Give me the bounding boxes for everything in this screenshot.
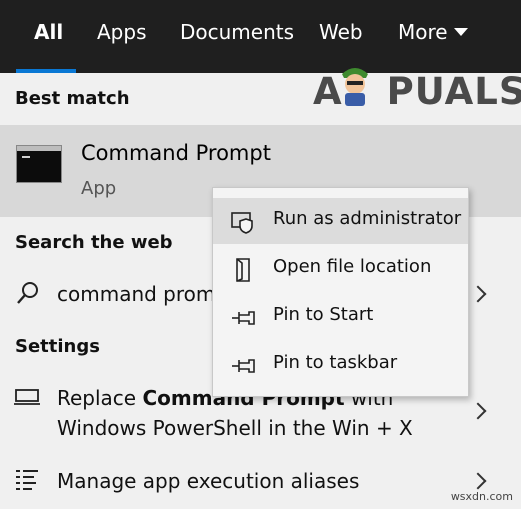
menu-item-label: Run as administrator [273, 208, 462, 229]
menu-item-pin-to-start[interactable]: Pin to Start [213, 294, 468, 340]
menu-item-label: Pin to Start [273, 304, 374, 325]
pin-icon [232, 311, 255, 325]
chevron-right-icon[interactable] [469, 472, 487, 490]
file-location-icon [236, 258, 250, 282]
monitor-icon [14, 389, 40, 405]
search-icon [17, 282, 38, 304]
settings-heading: Settings [15, 336, 100, 357]
best-match-title: Command Prompt [81, 141, 271, 165]
tab-web[interactable]: Web [319, 20, 363, 44]
site-watermark: wsxdn.com [450, 490, 513, 503]
search-scope-tabbar: All Apps Documents Web More [0, 0, 521, 73]
menu-item-label: Open file location [273, 256, 432, 277]
context-menu: Run as administrator Open file location … [212, 187, 469, 397]
best-match-subtitle: App [81, 178, 117, 199]
tab-all[interactable]: All [34, 20, 63, 44]
settings-item-replace-line2: Windows PowerShell in the Win + X [57, 416, 413, 440]
menu-item-open-file-location[interactable]: Open file location [213, 246, 468, 292]
web-search-query[interactable]: command prom [57, 282, 217, 306]
shield-icon [231, 212, 253, 234]
pin-icon [232, 359, 255, 373]
best-match-heading: Best match [15, 88, 130, 109]
tab-more[interactable]: More [398, 20, 448, 44]
list-settings-icon [16, 470, 38, 490]
logo-mascot-icon [342, 68, 368, 106]
settings-item-aliases[interactable]: Manage app execution aliases [57, 469, 359, 493]
chevron-right-icon[interactable] [469, 402, 487, 420]
menu-item-pin-to-taskbar[interactable]: Pin to taskbar [213, 342, 468, 388]
chevron-right-icon[interactable] [469, 285, 487, 303]
menu-item-label: Pin to taskbar [273, 352, 398, 373]
settings-item-replace-text: Replace [57, 386, 143, 410]
tab-apps[interactable]: Apps [97, 20, 147, 44]
menu-item-run-as-administrator[interactable]: Run as administrator [213, 198, 468, 244]
command-prompt-icon [16, 145, 62, 183]
search-web-heading: Search the web [15, 232, 173, 253]
tab-documents[interactable]: Documents [180, 20, 294, 44]
chevron-down-icon[interactable] [454, 28, 468, 36]
active-tab-indicator [16, 69, 76, 73]
